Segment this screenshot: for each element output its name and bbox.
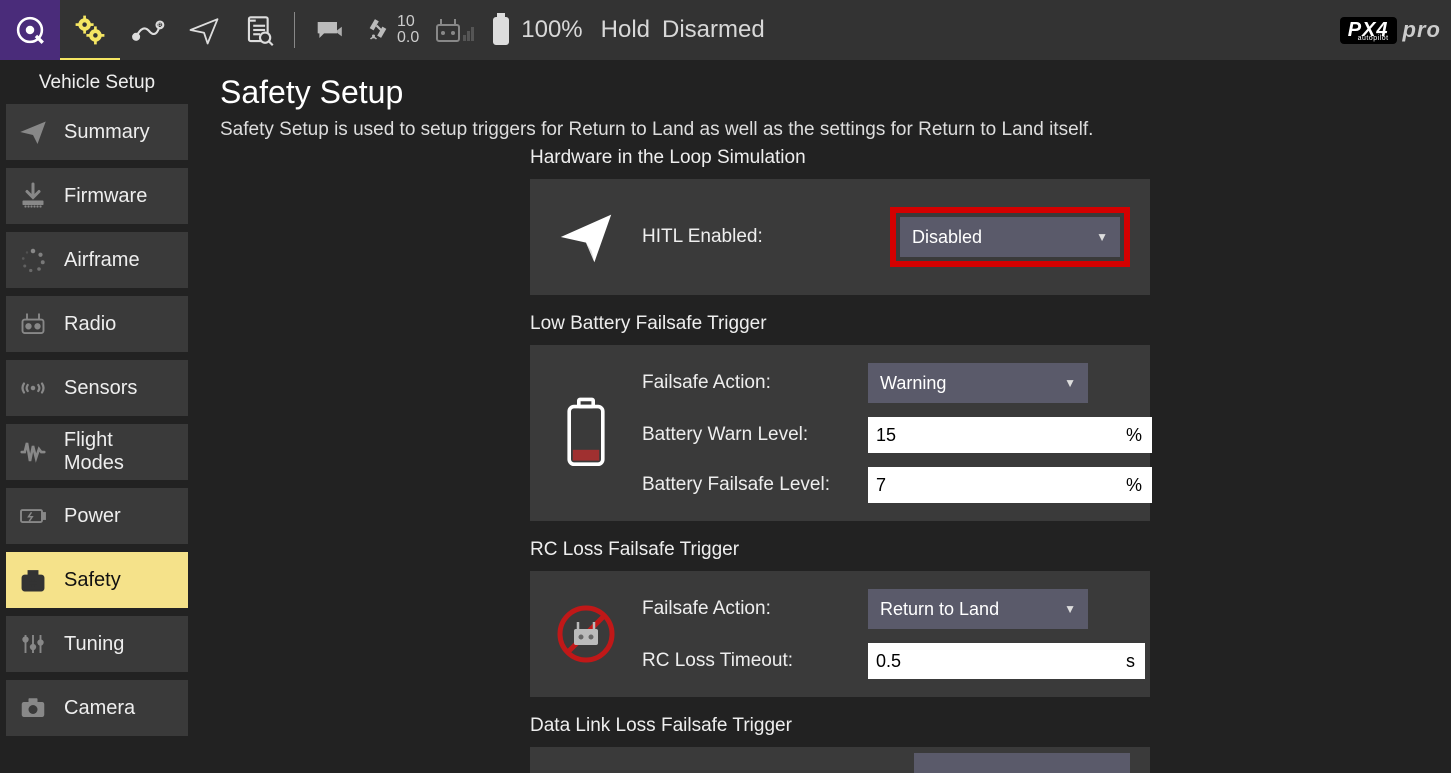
main-panel: Safety Setup Safety Setup is used to set…: [200, 60, 1451, 773]
page-title: Safety Setup: [220, 74, 1431, 111]
sidebar-item-label: Power: [64, 505, 121, 528]
data-link-action-select[interactable]: [914, 753, 1130, 773]
sliders-icon: [16, 629, 50, 659]
camera-icon: [16, 693, 50, 723]
hitl-enabled-label: HITL Enabled:: [642, 226, 874, 248]
sidebar-title: Vehicle Setup: [6, 66, 188, 104]
sidebar-item-tuning[interactable]: Tuning: [6, 616, 188, 672]
paper-plane-icon: [16, 117, 50, 147]
battery-percent: 100%: [521, 16, 582, 44]
data-link-card: [530, 747, 1150, 773]
sidebar-item-label: Tuning: [64, 633, 124, 656]
chevron-down-icon: ▼: [1064, 376, 1076, 390]
rc-controller-icon: [16, 309, 50, 339]
flight-mode-label[interactable]: Hold: [601, 16, 650, 44]
download-icon: [16, 181, 50, 211]
sidebar-item-power[interactable]: Power: [6, 488, 188, 544]
sidebar-item-firmware[interactable]: Firmware: [6, 168, 188, 224]
sidebar-item-label: Firmware: [64, 185, 147, 208]
data-link-section-title: Data Link Loss Failsafe Trigger: [530, 715, 1431, 737]
toolbar-divider: [294, 12, 295, 48]
rc-loss-section-title: RC Loss Failsafe Trigger: [530, 539, 1431, 561]
fly-tab-button[interactable]: [176, 0, 232, 60]
unit-label: %: [1116, 417, 1152, 453]
wifi-sensor-icon: [16, 373, 50, 403]
chevron-down-icon: ▼: [1096, 230, 1108, 244]
loading-dots-icon: [16, 245, 50, 275]
battery-warn-label: Battery Warn Level:: [642, 424, 852, 446]
arm-state-label[interactable]: Disarmed: [662, 16, 765, 44]
low-battery-icon: [550, 397, 622, 469]
paper-plane-icon: [550, 209, 622, 265]
rc-loss-action-select[interactable]: Return to Land ▼: [868, 589, 1088, 629]
battery-failsafe-label: Battery Failsafe Level:: [642, 474, 852, 496]
brand-logo: PX4autopilot pro: [1340, 17, 1441, 44]
low-battery-card: Failsafe Action: Warning ▼ Battery Warn …: [530, 345, 1150, 521]
rc-loss-timeout-label: RC Loss Timeout:: [642, 650, 852, 672]
hitl-card: HITL Enabled: Disabled ▼: [530, 179, 1150, 295]
rc-loss-card: Failsafe Action: Return to Land ▼ RC Los…: [530, 571, 1150, 697]
rc-status-icon[interactable]: [425, 0, 485, 60]
sidebar-item-label: Radio: [64, 313, 116, 336]
sidebar-item-camera[interactable]: Camera: [6, 680, 188, 736]
waveform-icon: [16, 437, 50, 467]
chevron-down-icon: ▼: [1064, 602, 1076, 616]
hitl-section-title: Hardware in the Loop Simulation: [530, 147, 1431, 169]
low-battery-section-title: Low Battery Failsafe Trigger: [530, 313, 1431, 335]
qgc-logo-button[interactable]: [0, 0, 60, 60]
sidebar-item-label: Camera: [64, 697, 135, 720]
sidebar-item-summary[interactable]: Summary: [6, 104, 188, 160]
sidebar-item-safety[interactable]: Safety: [6, 552, 188, 608]
gps-sat-count: 10: [397, 14, 419, 30]
analyze-tab-button[interactable]: [232, 0, 288, 60]
svg-text:B: B: [158, 23, 162, 29]
sidebar-item-radio[interactable]: Radio: [6, 296, 188, 352]
sidebar-item-sensors[interactable]: Sensors: [6, 360, 188, 416]
rc-failsafe-action-label: Failsafe Action:: [642, 598, 852, 620]
battery-horiz-icon: [16, 501, 50, 531]
hitl-highlight-box: Disabled ▼: [890, 207, 1130, 267]
setup-tab-button[interactable]: [60, 1, 120, 61]
gps-status[interactable]: 10 0.0: [357, 0, 425, 60]
low-battery-action-select[interactable]: Warning ▼: [868, 363, 1088, 403]
top-toolbar: B 10 0.0 100% Hold Disarmed PX4autopilot…: [0, 0, 1451, 60]
vehicle-setup-sidebar: Vehicle Setup Summary Firmware Airframe …: [0, 60, 194, 773]
hitl-enabled-select[interactable]: Disabled ▼: [900, 217, 1120, 257]
battery-warn-input[interactable]: [868, 417, 1116, 453]
rc-loss-timeout-input[interactable]: [868, 643, 1116, 679]
sidebar-item-label: Safety: [64, 569, 121, 592]
gps-hdop: 0.0: [397, 30, 419, 46]
failsafe-action-label: Failsafe Action:: [642, 372, 852, 394]
messages-icon[interactable]: [301, 0, 357, 60]
sidebar-item-label: Airframe: [64, 249, 140, 272]
sidebar-item-airframe[interactable]: Airframe: [6, 232, 188, 288]
plan-tab-button[interactable]: B: [120, 0, 176, 60]
medkit-icon: [16, 565, 50, 595]
battery-status[interactable]: 100%: [485, 0, 588, 60]
unit-label: %: [1116, 467, 1152, 503]
sidebar-item-label: Sensors: [64, 377, 137, 400]
sidebar-item-label: Summary: [64, 121, 150, 144]
rc-loss-icon: [550, 604, 622, 664]
sidebar-item-flight-modes[interactable]: Flight Modes: [6, 424, 188, 480]
unit-label: s: [1116, 643, 1145, 679]
battery-failsafe-input[interactable]: [868, 467, 1116, 503]
sidebar-item-label: Flight Modes: [64, 429, 178, 475]
page-description: Safety Setup is used to setup triggers f…: [220, 119, 1431, 141]
